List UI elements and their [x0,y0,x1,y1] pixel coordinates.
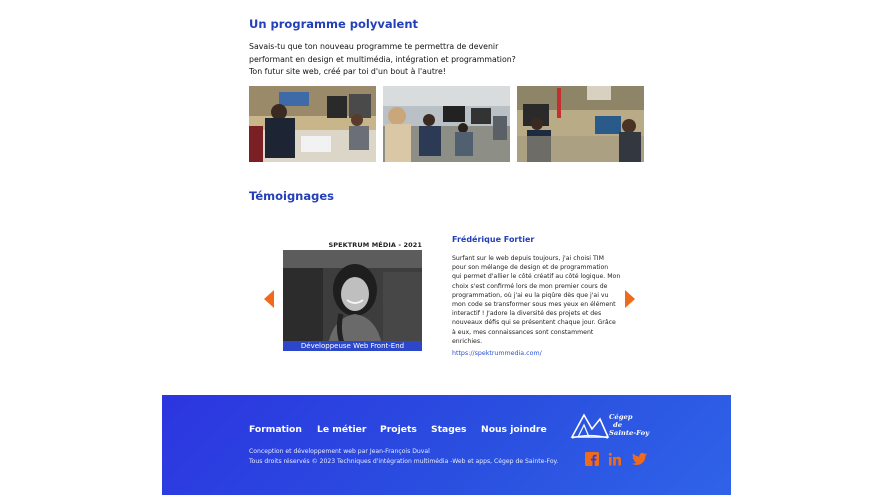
cegep-logo-text: Cégep de Sainte-Foy [609,413,649,437]
carousel-next-arrow-icon[interactable] [625,290,635,308]
program-intro-line: Savais-tu que ton nouveau programme te p… [249,42,499,51]
testimonial-text-line: nouveaux défis qui se présentent chaque … [452,319,616,327]
testimonial-text-line: programmation, où j'ai eu la piqûre dès … [452,291,609,299]
testimonial-text-line: à eux, mes connaissances sont constammen… [452,328,594,336]
testimonial-text-line: Surfant sur le web depuis toujours, j'ai… [452,255,604,262]
classroom-photo-3 [517,86,644,162]
classroom-photo-2 [383,86,510,162]
cegep-logo-line: Sainte-Foy [609,429,650,437]
program-intro: Savais-tu que ton nouveau programme te p… [249,41,549,79]
testimonial-text-line: mon code se transformer sous mes yeux en… [452,301,616,309]
testimonial-text-line: pour son mélange de design et de program… [452,264,609,272]
testimonials-title: Témoignages [249,189,334,203]
footer-nav-stages[interactable]: Stages [431,424,467,435]
testimonial-author-name: Frédérique Fortier [452,235,535,244]
program-intro-line: Ton futur site web, créé par toi d'un bo… [249,67,446,76]
testimonial-text-line: enrichies. [452,337,483,345]
program-intro-line: performant en design et multimédia, inté… [249,54,516,64]
testimonial-text-line: choix s'est confirmé lors de mon premier… [452,282,608,290]
footer-nav-nous-joindre[interactable]: Nous joindre [481,424,547,435]
footer-credits: Conception et développement web par Jean… [249,447,558,466]
twitter-icon[interactable] [632,451,647,465]
footer-nav-le-metier[interactable]: Le métier [317,424,366,435]
linkedin-icon[interactable] [608,451,622,466]
testimonial-company-link[interactable]: https://spektrummedia.com/ [452,350,542,357]
footer-nav-formation[interactable]: Formation [249,424,302,435]
site-footer: Formation Le métier Projets Stages Nous … [162,395,731,495]
footer-nav-projets[interactable]: Projets [380,424,417,435]
facebook-icon[interactable] [585,451,599,466]
testimonial-text-line: interactif ! J'adore la diversité des pr… [452,310,602,318]
classroom-photo-1 [249,86,376,162]
testimonial-portrait [283,250,422,351]
program-title: Un programme polyvalent [249,17,419,31]
footer-credits-line: Tous droits réservés © 2023 Techniques d… [249,457,559,465]
testimonial-text-line: qui permet d'allier le côté créatif au c… [452,273,621,281]
footer-credits-line: Conception et développement web par Jean… [249,448,430,455]
testimonial-role-label: Développeuse Web Front-End [283,341,422,351]
cegep-logo-line: Cégep [609,413,633,421]
testimonial-company-caption: SPEKTRUM MÉDIA - 2021 [328,241,422,249]
testimonial-text: Surfant sur le web depuis toujours, j'ai… [452,254,621,346]
carousel-prev-arrow-icon[interactable] [264,290,274,308]
cegep-logo-line: de [613,421,623,429]
